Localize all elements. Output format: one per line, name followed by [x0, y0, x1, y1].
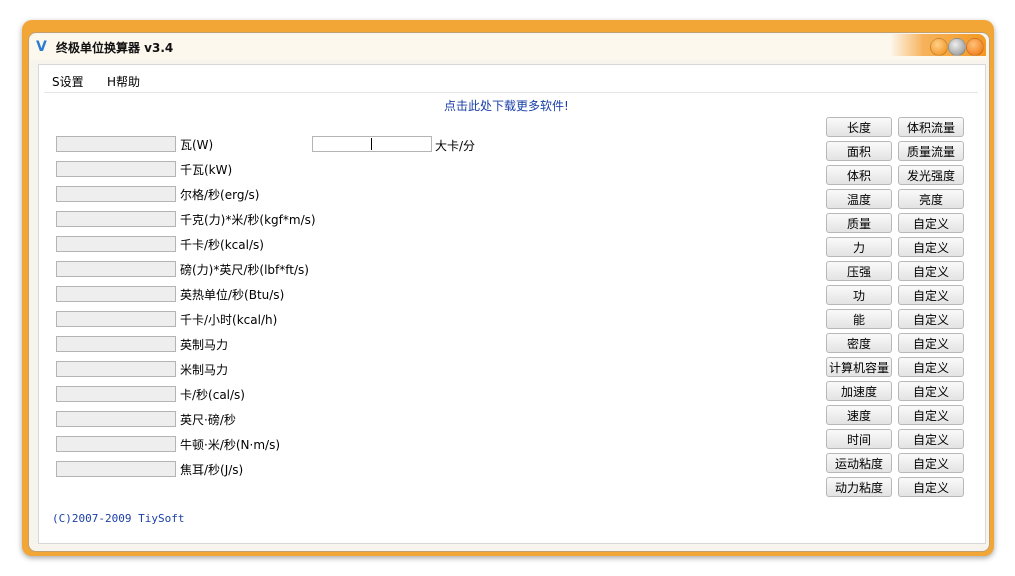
- unit-label: 牛顿·米/秒(N·m/s): [180, 438, 280, 452]
- unit-label: 磅(力)*英尺/秒(lbf*ft/s): [180, 263, 309, 277]
- category-button[interactable]: 自定义: [898, 381, 964, 401]
- category-button[interactable]: 加速度: [826, 381, 892, 401]
- category-button[interactable]: 自定义: [898, 285, 964, 305]
- category-button[interactable]: 力: [826, 237, 892, 257]
- category-button[interactable]: 自定义: [898, 477, 964, 497]
- unit-label: 英制马力: [180, 338, 229, 352]
- category-button[interactable]: 质量流量: [898, 141, 964, 161]
- category-button[interactable]: 自定义: [898, 237, 964, 257]
- unit-value-input[interactable]: [56, 436, 176, 452]
- category-button[interactable]: 自定义: [898, 333, 964, 353]
- category-button[interactable]: 计算机容量: [826, 357, 892, 377]
- category-button[interactable]: 自定义: [898, 309, 964, 329]
- active-unit-label: 大卡/分: [435, 139, 476, 153]
- category-button[interactable]: 自定义: [898, 261, 964, 281]
- category-button[interactable]: 时间: [826, 429, 892, 449]
- unit-value-input[interactable]: [56, 411, 176, 427]
- category-button[interactable]: 发光强度: [898, 165, 964, 185]
- category-button[interactable]: 体积: [826, 165, 892, 185]
- category-button[interactable]: 亮度: [898, 189, 964, 209]
- unit-value-input[interactable]: [56, 136, 176, 152]
- text-cursor: [371, 138, 372, 150]
- unit-value-input[interactable]: [56, 361, 176, 377]
- category-button[interactable]: 自定义: [898, 213, 964, 233]
- category-button[interactable]: 密度: [826, 333, 892, 353]
- category-button[interactable]: 自定义: [898, 357, 964, 377]
- minimize-button[interactable]: [930, 38, 948, 56]
- unit-label: 千卡/小时(kcal/h): [180, 313, 278, 327]
- unit-value-input[interactable]: [56, 386, 176, 402]
- category-button[interactable]: 自定义: [898, 429, 964, 449]
- unit-label: 千瓦(kW): [180, 163, 233, 177]
- download-more-link[interactable]: 点击此处下载更多软件!: [444, 97, 569, 114]
- maximize-button[interactable]: [948, 38, 966, 56]
- category-button[interactable]: 面积: [826, 141, 892, 161]
- category-button[interactable]: 自定义: [898, 453, 964, 473]
- unit-label: 千卡/秒(kcal/s): [180, 238, 264, 252]
- window-title: 终极单位换算器 v3.4: [56, 41, 174, 55]
- unit-value-input[interactable]: [56, 311, 176, 327]
- category-button[interactable]: 质量: [826, 213, 892, 233]
- unit-value-input[interactable]: [56, 211, 176, 227]
- unit-value-input[interactable]: [56, 161, 176, 177]
- menu-divider: [44, 92, 978, 93]
- active-unit-input[interactable]: [312, 136, 432, 152]
- unit-value-input[interactable]: [56, 461, 176, 477]
- app-icon: V: [36, 39, 47, 55]
- category-button[interactable]: 温度: [826, 189, 892, 209]
- category-button[interactable]: 功: [826, 285, 892, 305]
- title-bar[interactable]: [30, 34, 986, 60]
- unit-value-input[interactable]: [56, 261, 176, 277]
- category-button[interactable]: 自定义: [898, 405, 964, 425]
- menu-settings[interactable]: S设置: [52, 73, 84, 90]
- unit-label: 尔格/秒(erg/s): [180, 188, 260, 202]
- close-button[interactable]: [966, 38, 984, 56]
- category-button[interactable]: 长度: [826, 117, 892, 137]
- category-button[interactable]: 体积流量: [898, 117, 964, 137]
- unit-value-input[interactable]: [56, 336, 176, 352]
- copyright-text: (C)2007-2009 TiySoft: [52, 512, 185, 525]
- unit-label: 瓦(W): [180, 138, 214, 152]
- category-button[interactable]: 压强: [826, 261, 892, 281]
- category-button[interactable]: 速度: [826, 405, 892, 425]
- unit-label: 卡/秒(cal/s): [180, 388, 245, 402]
- unit-value-input[interactable]: [56, 286, 176, 302]
- unit-value-input[interactable]: [56, 236, 176, 252]
- unit-label: 焦耳/秒(J/s): [180, 463, 244, 477]
- category-button[interactable]: 动力粘度: [826, 477, 892, 497]
- unit-label: 英热单位/秒(Btu/s): [180, 288, 285, 302]
- category-button[interactable]: 能: [826, 309, 892, 329]
- unit-label: 米制马力: [180, 363, 229, 377]
- unit-label: 千克(力)*米/秒(kgf*m/s): [180, 213, 316, 227]
- unit-label: 英尺·磅/秒: [180, 413, 236, 427]
- category-button[interactable]: 运动粘度: [826, 453, 892, 473]
- unit-value-input[interactable]: [56, 186, 176, 202]
- menu-help[interactable]: H帮助: [107, 73, 140, 90]
